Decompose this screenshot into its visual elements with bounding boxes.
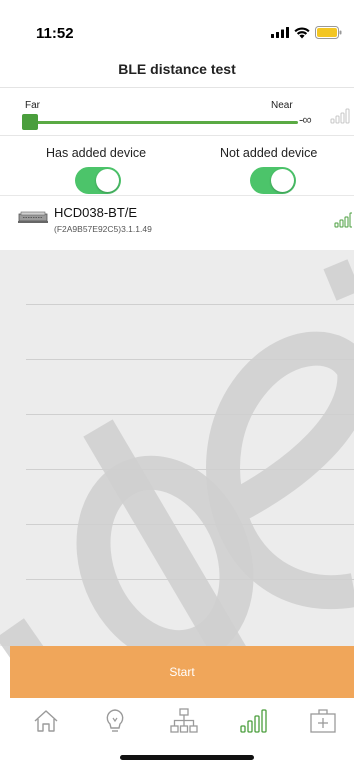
list-divider [26,579,354,580]
tab-network[interactable] [167,706,201,736]
not-added-device-label: Not added device [220,146,318,160]
filter-toggles: Has added device Not added device [0,136,354,196]
signal-strength-icon [330,108,350,124]
list-divider [26,414,354,415]
network-icon [170,708,198,733]
tab-signal[interactable] [237,706,271,736]
signal-strength-icon [334,212,352,228]
status-bar: 11:52 [0,0,354,50]
home-icon [34,710,58,732]
add-box-icon [310,709,336,733]
page-title: BLE distance test [118,61,236,77]
has-added-device-label: Has added device [46,146,147,160]
list-divider [26,359,354,360]
device-list-item[interactable]: HCD038-BT/E (F2A9B57E92C5)3.1.1.49 [0,196,354,250]
wifi-icon [294,26,310,38]
list-divider [26,469,354,470]
list-divider [26,304,354,305]
distance-range: Far Near -∞ [0,88,354,136]
tab-home[interactable] [29,706,63,736]
home-indicator [120,755,254,760]
status-time: 11:52 [36,25,74,42]
has-added-device-toggle[interactable] [75,167,121,194]
near-label: Near [271,100,293,111]
device-module-icon [18,211,48,223]
device-list-area[interactable] [0,250,354,646]
toggle-knob [96,169,119,192]
nav-bar: BLE distance test [0,50,354,88]
lightbulb-icon [106,709,124,732]
distance-slider-handle[interactable] [22,114,38,130]
device-name: HCD038-BT/E [54,205,138,220]
distance-value: -∞ [299,112,312,127]
distance-slider-track[interactable] [24,121,298,124]
list-divider [26,524,354,525]
tab-lighting[interactable] [98,706,132,736]
cellular-icon [271,27,289,38]
start-button-label: Start [169,665,195,679]
tab-add[interactable] [306,706,340,736]
tab-bar [0,698,354,763]
start-button[interactable]: Start [10,646,354,698]
signal-icon [240,709,267,733]
status-icons [271,26,342,39]
toggle-knob [271,169,294,192]
far-label: Far [25,100,40,111]
device-detail: (F2A9B57E92C5)3.1.1.49 [54,224,152,234]
battery-icon [315,26,342,39]
not-added-device-toggle[interactable] [250,167,296,194]
